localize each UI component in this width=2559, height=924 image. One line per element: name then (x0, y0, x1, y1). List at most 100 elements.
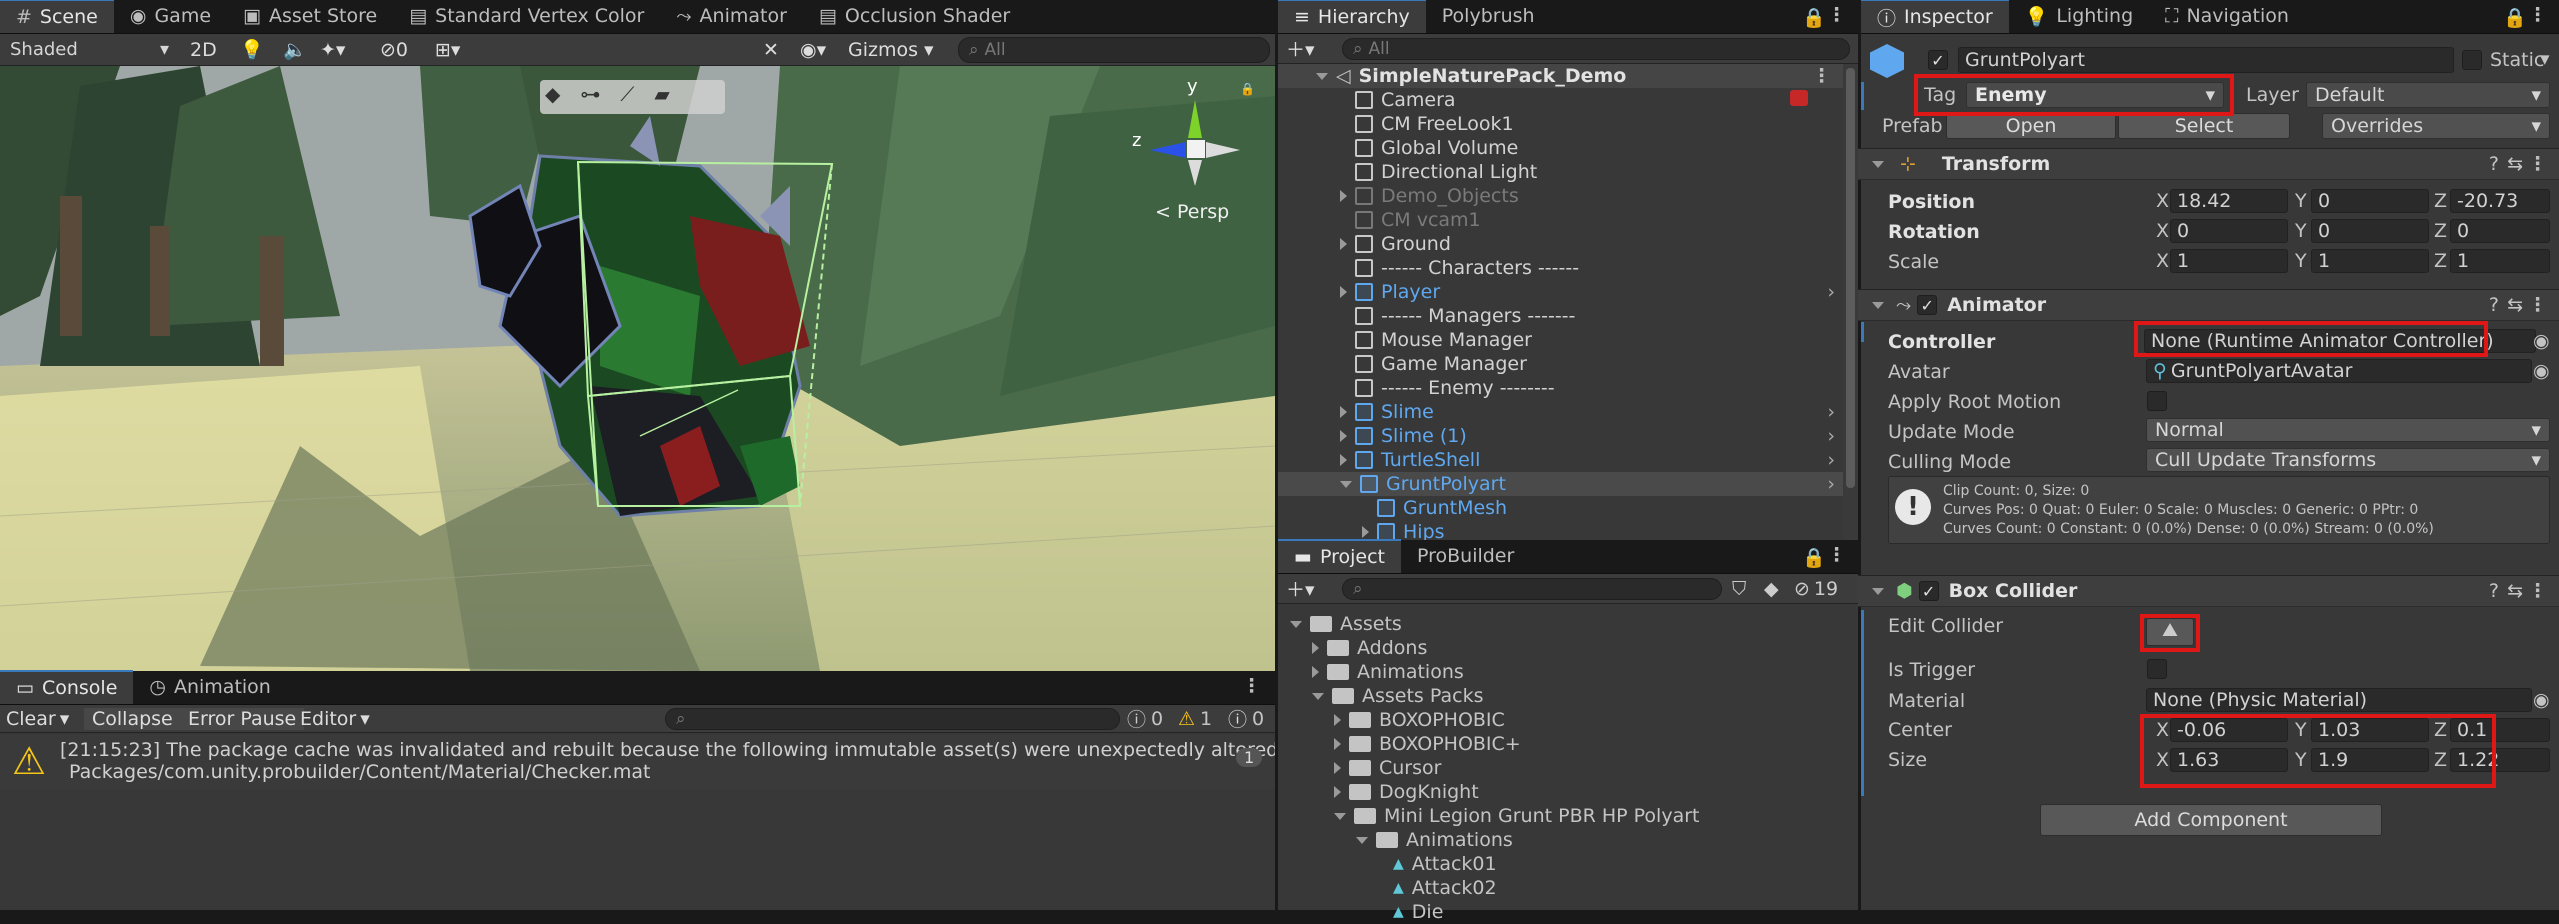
axis-x-label[interactable]: X (2156, 190, 2169, 212)
tab-game[interactable]: ◉ Game (114, 0, 227, 33)
log-entry[interactable]: ⚠ [21:15:23] The package cache was inval… (0, 735, 1285, 789)
audio-toggle-icon[interactable]: 🔈 (283, 38, 307, 61)
rotation-z-field[interactable]: 0 (2450, 219, 2550, 243)
axis-y-label[interactable]: Y (2295, 250, 2307, 272)
scene-viewport[interactable]: ◆ ⊶ ⟋ ▰ y z 🔒 < Persp (0, 66, 1275, 671)
edge-icon[interactable]: ⟋ (620, 82, 634, 106)
project-row[interactable]: Cursor (1278, 756, 1858, 780)
expand-toggle-icon[interactable] (1334, 812, 1346, 820)
axis-x-label[interactable]: X (2156, 250, 2169, 272)
animator-header[interactable]: ⤳ Animator ? ⇆ ⋮ (1858, 289, 2559, 321)
expand-toggle-icon[interactable] (1340, 286, 1347, 298)
center-x-field[interactable]: -0.06 (2170, 718, 2288, 742)
hierarchy-row[interactable]: CM vcam1 (1278, 208, 1843, 232)
axis-x-label[interactable]: X (2156, 719, 2169, 741)
tab-scene[interactable]: # Scene (0, 0, 114, 33)
project-row[interactable]: Animations (1278, 660, 1858, 684)
position-y-field[interactable]: 0 (2311, 189, 2429, 213)
error-count-toggle[interactable]: ⓘ 0 (1228, 705, 1264, 732)
tab-asset-store[interactable]: ▣ Asset Store (227, 0, 393, 33)
presets-icon[interactable]: ⇆ (2507, 294, 2523, 316)
object-name-field[interactable]: GruntPolyart (1958, 47, 2454, 73)
cube-icon[interactable]: ◆ (545, 82, 560, 106)
add-component-button[interactable]: Add Component (2040, 804, 2382, 836)
object-picker-icon[interactable]: ◉ (2533, 689, 2550, 711)
search-by-type-icon[interactable]: ⛉ (1732, 578, 1746, 600)
expand-toggle-icon[interactable] (1872, 587, 1884, 595)
expand-toggle-icon[interactable] (1334, 786, 1341, 798)
hierarchy-row[interactable]: Player › (1278, 280, 1843, 304)
persp-label[interactable]: < Persp (1155, 201, 1229, 223)
more-menu-icon[interactable]: ⋮ (1827, 544, 1846, 566)
update-mode-dropdown[interactable]: Normal ▾ (2146, 418, 2550, 442)
lock-icon[interactable]: 🔒 (1240, 82, 1255, 96)
editor-dropdown[interactable]: Editor ▾ (300, 708, 370, 730)
prefab-open-button[interactable]: Open (1946, 113, 2116, 139)
hierarchy-row[interactable]: TurtleShell › (1278, 448, 1843, 472)
project-row[interactable]: Mini Legion Grunt PBR HP Polyart (1278, 804, 1858, 828)
expand-toggle-icon[interactable] (1872, 301, 1884, 309)
physic-material-field[interactable]: None (Physic Material) (2146, 688, 2532, 712)
more-menu-icon[interactable]: ⋮ (1812, 65, 1831, 87)
scale-x-field[interactable]: 1 (2170, 249, 2288, 273)
visibility-toggle-icon[interactable]: ⊘0 (380, 39, 408, 61)
hierarchy-row[interactable]: ------ Managers ------- (1278, 304, 1843, 328)
axis-y-label[interactable]: Y (2295, 719, 2307, 741)
center-z-field[interactable]: 0.1 (2450, 718, 2550, 742)
expand-toggle-icon[interactable] (1334, 762, 1341, 774)
axis-y-label[interactable]: Y (2295, 749, 2307, 771)
open-prefab-chevron-icon[interactable]: › (1827, 449, 1835, 471)
expand-toggle-icon[interactable] (1356, 836, 1368, 844)
scene-orientation-gizmo[interactable]: y z 🔒 (1130, 76, 1255, 186)
tag-dropdown[interactable]: Enemy ▾ (1966, 82, 2224, 108)
help-icon[interactable]: ? (2489, 153, 2499, 175)
project-row[interactable]: ▲ Attack01 (1278, 852, 1858, 876)
expand-toggle-icon[interactable] (1316, 72, 1328, 80)
controller-field[interactable]: None (Runtime Animator Controller) (2144, 329, 2536, 353)
apply-root-motion-checkbox[interactable] (2147, 391, 2167, 411)
expand-toggle-icon[interactable] (1340, 430, 1347, 442)
expand-toggle-icon[interactable] (1340, 190, 1347, 202)
open-prefab-chevron-icon[interactable]: › (1827, 425, 1835, 447)
project-row[interactable]: Assets Packs (1278, 684, 1858, 708)
vertex-icon[interactable]: ⊶ (580, 82, 600, 106)
is-trigger-checkbox[interactable] (2147, 659, 2167, 679)
project-row[interactable]: BOXOPHOBIC (1278, 708, 1858, 732)
expand-toggle-icon[interactable] (1334, 714, 1341, 726)
expand-toggle-icon[interactable] (1334, 738, 1341, 750)
expand-toggle-icon[interactable] (1340, 238, 1347, 250)
error-pause-toggle[interactable]: Error Pause (180, 707, 305, 730)
hierarchy-row[interactable]: Demo_Objects (1278, 184, 1843, 208)
rotation-y-field[interactable]: 0 (2311, 219, 2429, 243)
expand-toggle-icon[interactable] (1340, 406, 1347, 418)
hidden-packages-toggle[interactable]: ⊘ 19 (1794, 578, 1838, 600)
axis-y-label[interactable]: Y (2295, 220, 2307, 242)
open-prefab-chevron-icon[interactable]: › (1827, 281, 1835, 303)
lock-icon[interactable]: 🔒 (2503, 6, 2527, 29)
transform-header[interactable]: ⊹ Transform ? ⇆ ⋮ (1858, 148, 2559, 180)
log-count-toggle[interactable]: ⓘ 0 (1127, 705, 1163, 732)
face-icon[interactable]: ▰ (654, 82, 669, 106)
hierarchy-scrollbar[interactable] (1843, 64, 1858, 540)
lock-icon[interactable]: 🔒 (1802, 546, 1826, 569)
hierarchy-row[interactable]: ------ Characters ------ (1278, 256, 1843, 280)
axis-x-label[interactable]: X (2156, 220, 2169, 242)
expand-toggle-icon[interactable] (1290, 620, 1302, 628)
clear-button[interactable]: Clear ▾ (6, 708, 69, 730)
scale-y-field[interactable]: 1 (2311, 249, 2429, 273)
center-y-field[interactable]: 1.03 (2311, 718, 2429, 742)
axis-x-label[interactable]: X (2156, 749, 2169, 771)
avatar-field[interactable]: ⚲ GruntPolyartAvatar (2146, 359, 2532, 383)
add-object-button[interactable]: ＋▾ (1286, 35, 1315, 62)
hierarchy-row[interactable]: ------ Enemy -------- (1278, 376, 1843, 400)
axis-z-label[interactable]: Z (2434, 220, 2447, 242)
tab-navigation[interactable]: ⛶ Navigation (2149, 0, 2305, 33)
expand-toggle-icon[interactable] (1872, 160, 1884, 168)
project-row[interactable]: ▲ Die (1278, 900, 1858, 924)
grid-snap-icon[interactable]: ⊞▾ (435, 39, 460, 61)
prefab-select-button[interactable]: Select (2118, 113, 2290, 139)
axis-z-label[interactable]: Z (2434, 190, 2447, 212)
hierarchy-row[interactable]: Slime › (1278, 400, 1843, 424)
position-x-field[interactable]: 18.42 (2170, 189, 2288, 213)
hierarchy-row[interactable]: Camera (1278, 88, 1843, 112)
